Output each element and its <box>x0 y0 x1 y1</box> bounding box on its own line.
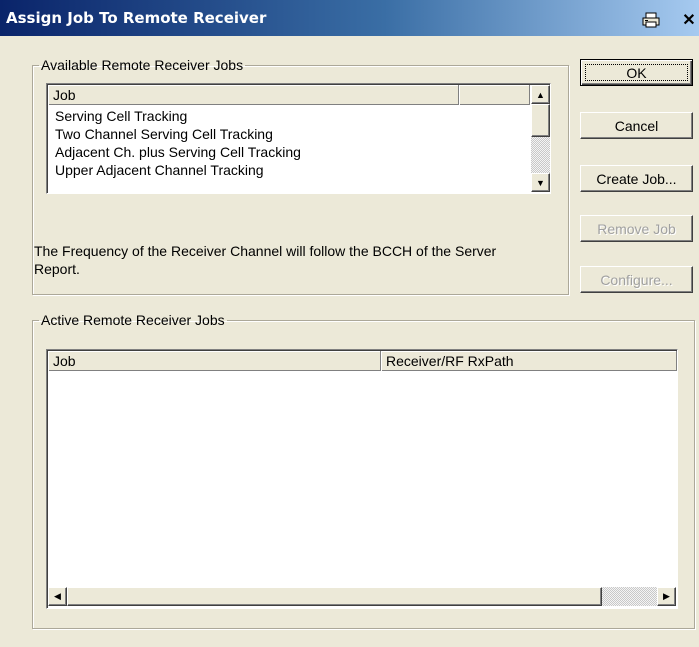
focus-rect <box>585 64 688 81</box>
scroll-thumb[interactable] <box>67 587 602 606</box>
scroll-thumb[interactable] <box>531 104 550 137</box>
scroll-left-icon[interactable]: ◀ <box>48 587 67 606</box>
active-jobs-list[interactable]: Job Receiver/RF RxPath ◀ ▶ <box>46 349 678 609</box>
list-item[interactable]: Upper Adjacent Channel Tracking <box>55 161 264 179</box>
cancel-button[interactable]: Cancel <box>580 112 693 139</box>
create-job-button-label: Create Job... <box>596 170 677 187</box>
scroll-up-icon[interactable]: ▲ <box>531 85 550 104</box>
create-job-button[interactable]: Create Job... <box>580 165 693 192</box>
list-item[interactable]: Serving Cell Tracking <box>55 107 187 125</box>
column-header-receiver-rf-rxpath[interactable]: Receiver/RF RxPath <box>381 351 677 371</box>
active-jobs-legend: Active Remote Receiver Jobs <box>41 312 225 328</box>
list-item[interactable]: Two Channel Serving Cell Tracking <box>55 125 273 143</box>
remove-job-button[interactable]: Remove Job <box>580 215 693 242</box>
scroll-right-icon[interactable]: ▶ <box>657 587 676 606</box>
job-description: The Frequency of the Receiver Channel wi… <box>34 243 497 277</box>
printer-icon[interactable] <box>640 10 662 30</box>
title-bar[interactable]: Assign Job To Remote Receiver ✕ <box>0 0 699 36</box>
cancel-button-label: Cancel <box>614 117 659 134</box>
configure-button[interactable]: Configure... <box>580 266 693 293</box>
window-title: Assign Job To Remote Receiver <box>6 9 267 27</box>
ok-button[interactable]: OK <box>580 59 693 86</box>
column-header-job[interactable]: Job <box>48 351 381 371</box>
available-jobs-list[interactable]: Job Serving Cell Tracking Two Channel Se… <box>46 83 551 194</box>
remove-job-button-label: Remove Job <box>597 220 676 237</box>
column-header-blank[interactable] <box>459 85 530 105</box>
column-header-job[interactable]: Job <box>48 85 459 105</box>
available-jobs-legend: Available Remote Receiver Jobs <box>41 57 244 73</box>
list-item[interactable]: Adjacent Ch. plus Serving Cell Tracking <box>55 143 301 161</box>
close-icon[interactable]: ✕ <box>678 10 699 30</box>
scroll-down-icon[interactable]: ▼ <box>531 173 550 192</box>
configure-button-label: Configure... <box>600 271 673 288</box>
